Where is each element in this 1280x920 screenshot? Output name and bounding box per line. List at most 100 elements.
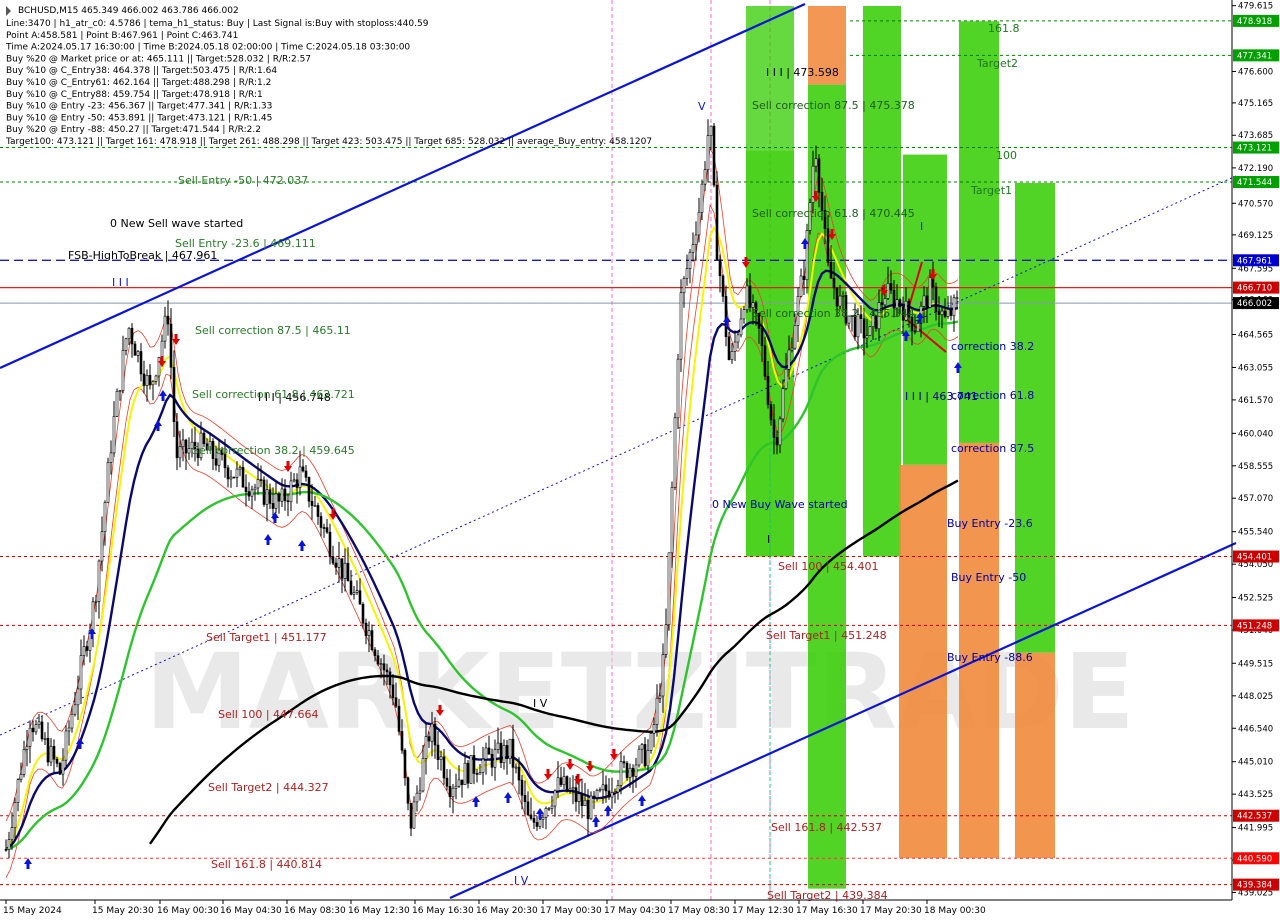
candle-body <box>682 278 686 294</box>
price-badge-label: 442.537 <box>1237 812 1272 822</box>
price-tick-label: 469.125 <box>1238 231 1273 241</box>
candle-body <box>685 268 689 279</box>
candle-body <box>829 262 833 279</box>
candle-body <box>100 531 104 562</box>
candle-body <box>880 302 884 306</box>
candle-body <box>943 310 947 317</box>
candle-body <box>595 790 599 798</box>
time-tick-label: 16 May 12:30 <box>348 906 410 916</box>
candle-body <box>583 799 587 807</box>
candle-body <box>499 742 503 764</box>
candle-body <box>793 325 797 349</box>
price-chart[interactable]: MARKETZITRADE I I IVI VI VIII I I | 473.… <box>0 0 1280 920</box>
info-line: Buy %20 @ Market price or at: 465.111 ||… <box>6 54 311 64</box>
candle-body <box>454 785 458 789</box>
candle-body <box>112 416 116 454</box>
candle-body <box>451 787 455 798</box>
candle-body <box>7 839 11 850</box>
zone-rect <box>808 84 846 889</box>
time-tick-label: 15 May 2024 <box>3 906 62 916</box>
candle-body <box>19 774 23 780</box>
candle-body <box>367 630 371 636</box>
price-tick-label: 452.525 <box>1238 594 1273 604</box>
label-roman-I: I <box>920 220 923 233</box>
candle-body <box>838 295 842 307</box>
candle-body <box>676 358 680 419</box>
label-sell-1618-b: Sell 161.8 | 442.537 <box>771 821 882 834</box>
candle-body <box>955 297 959 299</box>
candle-body <box>43 738 47 740</box>
candle-body <box>331 556 335 564</box>
candle-body <box>721 275 725 297</box>
price-tick-label: 470.570 <box>1238 199 1273 209</box>
candle-body <box>952 297 956 316</box>
candle-body <box>940 310 944 315</box>
candle-body <box>427 736 431 742</box>
candle-body <box>79 655 83 690</box>
candle-body <box>409 802 413 829</box>
candle-body <box>286 500 290 503</box>
label-sell-target1-a: Sell Target1 | 451.177 <box>206 631 327 644</box>
candle-body <box>649 733 653 751</box>
candle-body <box>40 721 44 740</box>
candle-body <box>703 169 707 185</box>
candle-body <box>202 432 206 445</box>
candle-body <box>424 736 428 759</box>
candle-body <box>742 309 746 320</box>
candle-body <box>295 479 299 488</box>
candle-body <box>334 562 338 568</box>
candle-body <box>631 767 635 777</box>
candle-body <box>415 792 419 803</box>
candle-body <box>937 311 941 315</box>
candle-body <box>418 790 422 794</box>
buy-arrow-icon <box>504 792 512 803</box>
candle-body <box>319 516 323 528</box>
candle-body <box>436 744 440 760</box>
buy-arrow-icon <box>604 805 612 816</box>
time-tick-label: 16 May 04:30 <box>220 906 282 916</box>
candle-body <box>580 793 584 807</box>
candle-body <box>76 688 80 706</box>
candle-body <box>679 292 683 360</box>
label-sell-corr-618-b: Sell correction 61.8 | 470.445 <box>752 207 915 220</box>
candle-body <box>403 749 407 779</box>
candle-body <box>514 766 518 769</box>
price-tick-label: 445.010 <box>1238 758 1273 768</box>
candle-body <box>547 807 551 810</box>
candle-body <box>529 814 533 819</box>
candle-body <box>16 779 20 803</box>
candle-body <box>601 784 605 791</box>
candle-body <box>922 295 926 307</box>
candle-body <box>787 349 791 370</box>
candle-body <box>130 327 134 345</box>
candle-body <box>292 479 296 482</box>
info-line: Target100: 473.121 || Target 161: 478.91… <box>5 137 652 147</box>
price-tick-label: 473.685 <box>1238 131 1273 141</box>
candle-body <box>832 277 836 289</box>
candle-body <box>49 746 53 763</box>
candle-body <box>229 476 233 480</box>
candle-body <box>430 723 434 742</box>
candle-body <box>70 713 74 729</box>
candle-body <box>340 558 344 579</box>
candle-body <box>13 802 17 828</box>
candle-body <box>553 790 557 807</box>
candle-body <box>544 808 548 818</box>
candle-body <box>475 773 479 775</box>
candle-body <box>565 776 569 791</box>
candle-body <box>157 357 161 377</box>
candle-body <box>316 505 320 517</box>
candle-body <box>385 669 389 673</box>
buy-arrow-icon <box>592 816 600 827</box>
candle-body <box>778 418 782 446</box>
candle-body <box>142 373 146 386</box>
candle-body <box>121 350 125 391</box>
buy-arrow-icon <box>298 540 306 551</box>
info-line: Line:3470 | h1_atr_c0: 4.5786 | tema_h1_… <box>6 19 429 29</box>
candle-body <box>310 500 314 506</box>
candle-body <box>58 763 62 775</box>
buy-arrow-icon <box>472 796 480 807</box>
candle-body <box>745 285 749 311</box>
info-line: Point A:458.581 | Point B:467.961 | Poin… <box>6 31 238 41</box>
price-badge-label: 466.710 <box>1237 284 1272 294</box>
